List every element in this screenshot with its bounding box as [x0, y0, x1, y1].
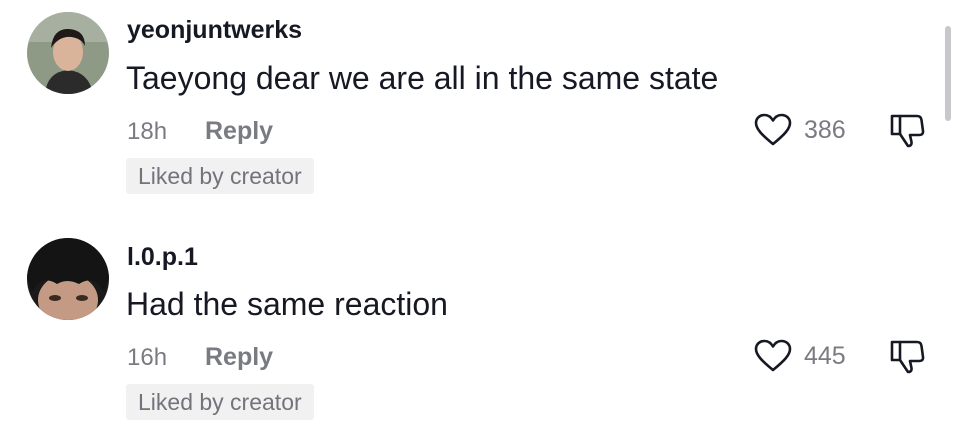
comment-username[interactable]: l.0.p.1: [127, 243, 198, 272]
avatar[interactable]: [27, 238, 109, 320]
thumbs-down-outline-icon[interactable]: [886, 336, 926, 376]
like-count: 445: [804, 341, 846, 370]
reply-button[interactable]: Reply: [205, 343, 273, 372]
comment-timestamp: 16h: [127, 344, 168, 371]
heart-outline-icon: [754, 339, 792, 372]
like-button[interactable]: 445: [754, 339, 846, 373]
comment-text: Had the same reaction: [126, 286, 448, 322]
comment-item: l.0.p.1 Had the same reaction 16h Reply …: [0, 0, 960, 433]
scrollbar[interactable]: [945, 26, 951, 121]
liked-by-creator-badge: Liked by creator: [126, 384, 314, 420]
